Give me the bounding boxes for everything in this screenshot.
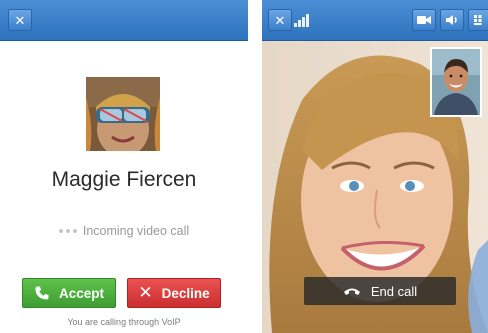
decline-button[interactable]: ✕ Decline <box>127 278 221 308</box>
end-call-label: End call <box>370 283 418 299</box>
incoming-call-screen: ✕ Maggie Fiercen Incoming video call Acc… <box>0 0 248 333</box>
voip-footer-text: You are calling through VoIP <box>67 317 181 327</box>
close-button[interactable]: ✕ <box>8 9 32 31</box>
speaker-icon <box>446 15 457 25</box>
end-call-button[interactable]: End call <box>304 277 456 305</box>
speaker-button[interactable] <box>440 9 464 31</box>
video-toggle-button[interactable] <box>412 9 436 31</box>
self-view-image <box>432 49 480 115</box>
close-icon: ✕ <box>274 12 286 28</box>
accept-label: Accept <box>58 285 104 301</box>
keypad-button[interactable] <box>468 9 488 31</box>
call-status-text: Incoming video call <box>82 224 190 238</box>
decline-label: Decline <box>161 285 210 301</box>
incoming-call-header: ✕ <box>0 0 248 41</box>
caller-avatar <box>86 77 160 151</box>
accept-button[interactable]: Accept <box>22 278 116 308</box>
call-status: Incoming video call <box>0 224 248 238</box>
ringing-dots-icon <box>58 229 77 233</box>
keypad-icon <box>474 15 482 25</box>
video-camera-icon <box>417 16 431 24</box>
signal-strength-icon <box>294 13 312 27</box>
hang-up-icon <box>343 288 360 295</box>
close-button[interactable]: ✕ <box>268 9 292 31</box>
caller-photo-image <box>86 77 160 151</box>
phone-icon <box>35 286 49 300</box>
decline-x-icon: ✕ <box>138 283 153 302</box>
caller-name: Maggie Fiercen <box>51 168 197 191</box>
video-call-header: ✕ <box>262 0 488 41</box>
close-icon: ✕ <box>14 12 26 28</box>
video-call-screen: ✕ End call <box>262 0 488 333</box>
self-view-video <box>430 47 482 117</box>
